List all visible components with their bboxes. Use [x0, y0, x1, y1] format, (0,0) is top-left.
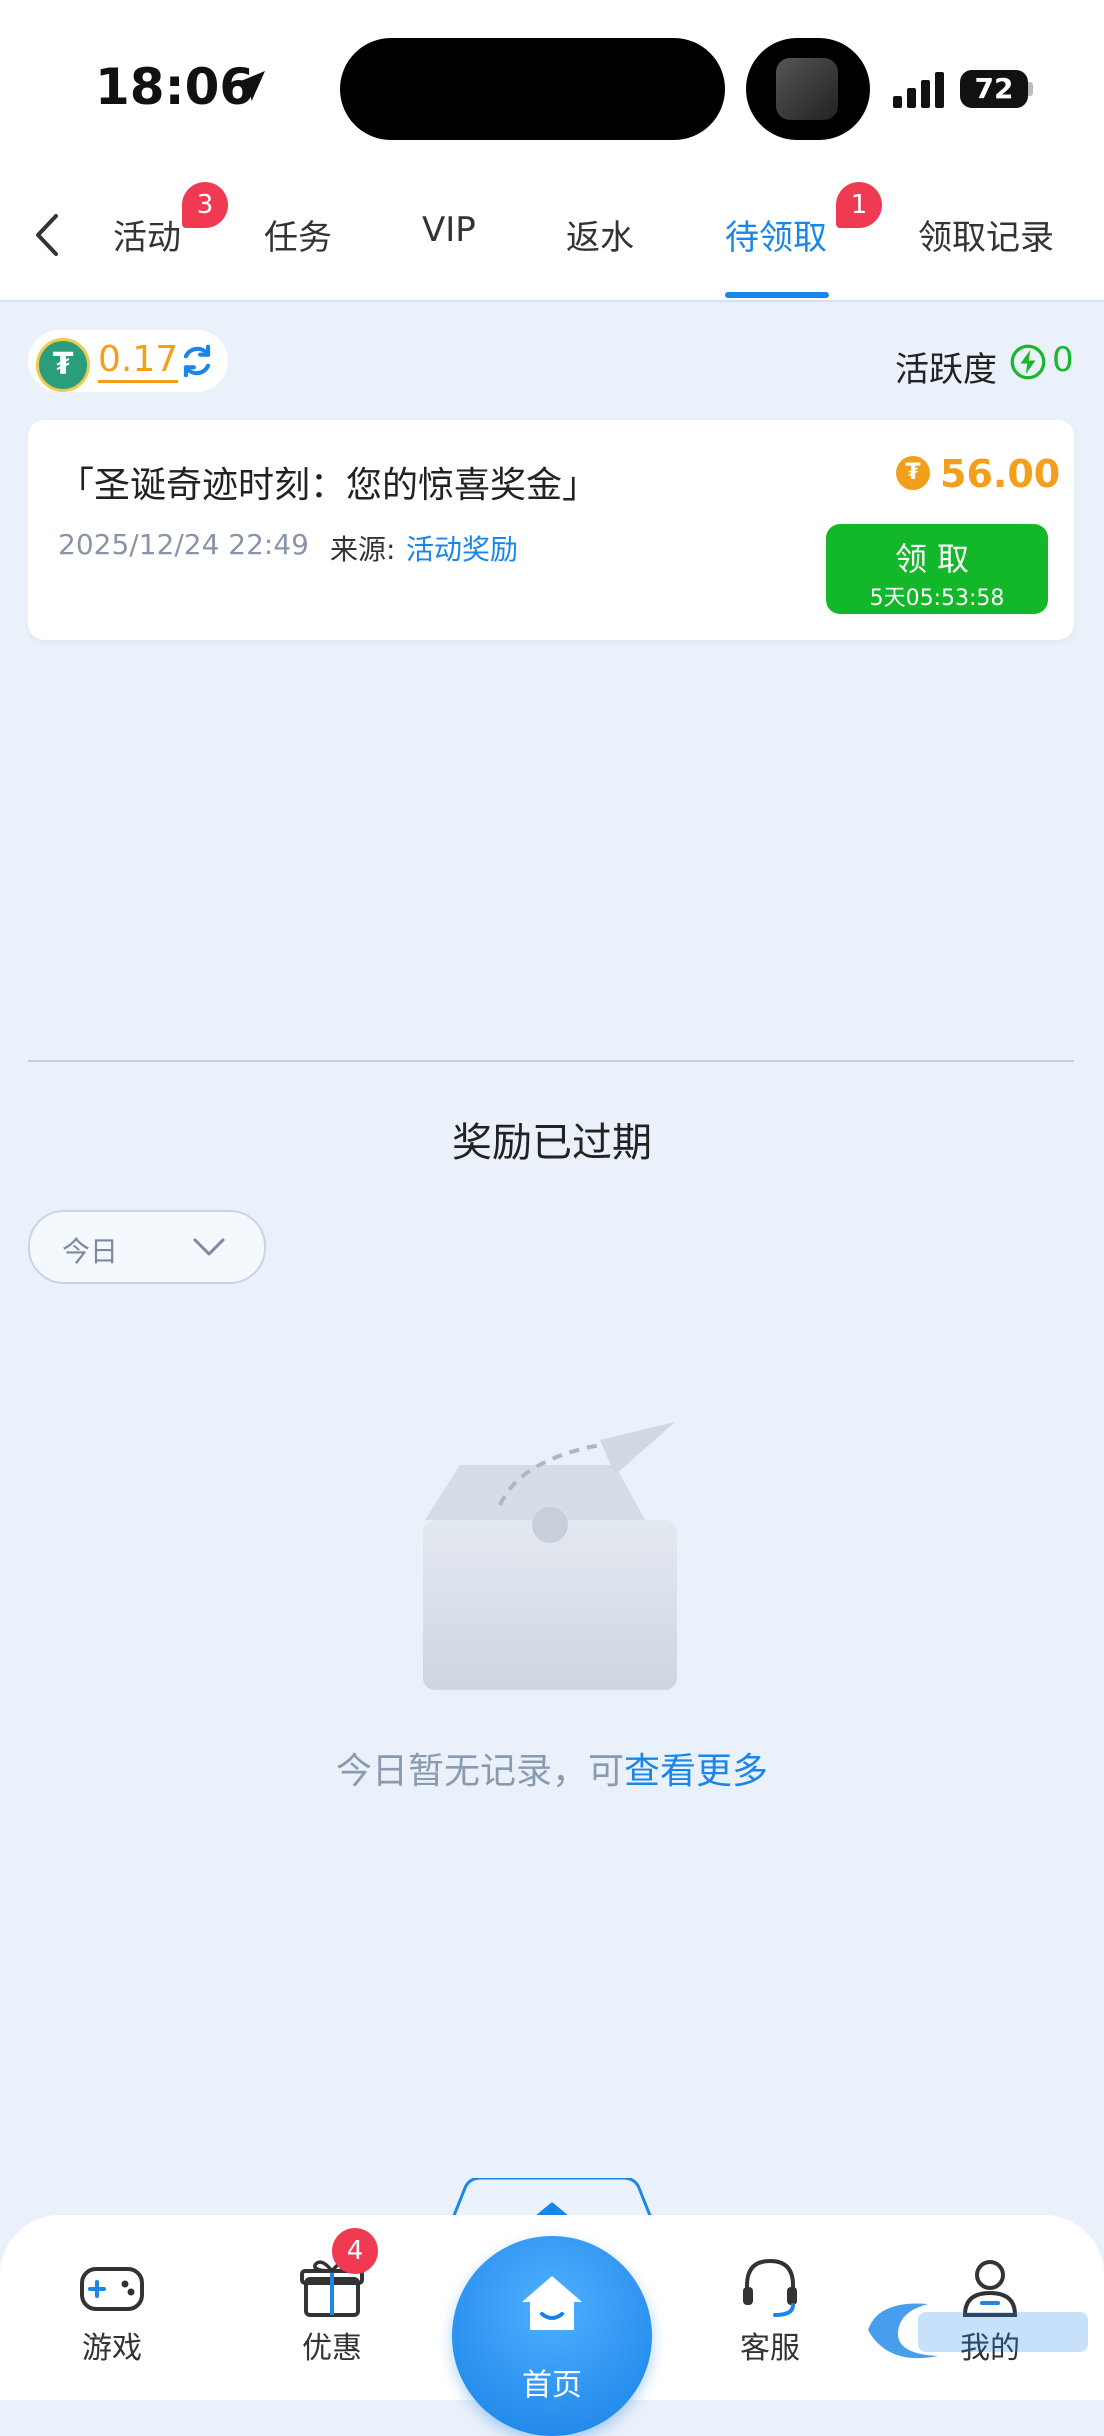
location-arrow-icon [235, 71, 265, 101]
gamepad-icon [80, 2267, 144, 2311]
balance-value: 0.17 [98, 340, 179, 383]
nav-promo-badge: 4 [332, 2228, 378, 2274]
nav-home[interactable]: 首页 [452, 2236, 652, 2436]
nav-service[interactable]: 客服 [710, 2255, 830, 2367]
battery-tip [1028, 82, 1033, 96]
date-filter-value: 今日 [62, 1235, 119, 1268]
empty-state-message: 今日暂无记录，可 [335, 1751, 624, 1792]
reward-amount: 56.00 [940, 452, 1061, 496]
refresh-icon[interactable] [178, 342, 216, 380]
tab-claim-history[interactable]: 领取记录 [918, 210, 1054, 259]
reward-source-label: 来源: [330, 533, 396, 566]
chevron-down-icon [193, 1238, 225, 1256]
reward-title: 「圣诞奇迹时刻：您的惊喜奖金」 [58, 465, 599, 506]
reward-card: 「圣诞奇迹时刻：您的惊喜奖金」 2025/12/24 22:49 来源: 活动奖… [28, 420, 1074, 640]
nav-promo[interactable]: 优惠 [272, 2255, 392, 2367]
coin-icon: ₮ [896, 456, 930, 490]
empty-box-illustration [423, 1422, 677, 1690]
activity-label: 活跃度 [895, 350, 997, 390]
nav-service-label: 客服 [740, 2331, 800, 2366]
nav-home-label: 首页 [522, 2368, 582, 2403]
signal-icon [893, 72, 944, 108]
app-indicator [746, 38, 870, 140]
section-divider [28, 1060, 1074, 1062]
empty-state-text: 今日暂无记录，可查看更多 [0, 1742, 1104, 1794]
tab-pending[interactable]: 待领取 [725, 210, 827, 259]
tab-rebate[interactable]: 返水 [566, 210, 634, 259]
home-icon [522, 2276, 582, 2330]
expired-title: 奖励已过期 [452, 1120, 652, 1166]
usdt-icon: ₮ [36, 338, 90, 392]
tab-tasks[interactable]: 任务 [264, 210, 332, 259]
tab-pending-badge: 1 [836, 182, 882, 228]
headset-icon [743, 2258, 797, 2317]
claim-countdown: 5天05:53:58 [869, 586, 1005, 611]
reward-date: 2025/12/24 22:49 [58, 528, 309, 561]
watermark-logo [868, 2303, 1088, 2359]
claim-label: 领取 [894, 540, 979, 578]
status-bar: 18:06 72 [0, 0, 1104, 170]
nav-promo-label: 优惠 [302, 2331, 362, 2366]
lightning-icon [1010, 344, 1046, 380]
nav-games-label: 游戏 [82, 2331, 142, 2366]
activity-value: 0 [1052, 340, 1074, 380]
back-icon[interactable] [28, 212, 68, 258]
tab-activity-badge: 3 [182, 182, 228, 228]
tab-bar: 活动 3 任务 VIP 返水 待领取 1 领取记录 [0, 170, 1104, 302]
date-filter-select[interactable]: 今日 [28, 1210, 266, 1284]
view-more-link[interactable]: 查看更多 [624, 1751, 768, 1792]
tab-vip[interactable]: VIP [422, 210, 476, 250]
tab-activity[interactable]: 活动 [113, 210, 181, 259]
app-logo-icon [776, 58, 838, 120]
active-tab-indicator [725, 292, 829, 298]
battery-icon: 72 [960, 70, 1028, 108]
nav-games[interactable]: 游戏 [52, 2255, 172, 2367]
claim-button[interactable]: 领取 5天05:53:58 [826, 524, 1048, 614]
reward-source: 活动奖励 [406, 533, 519, 566]
dynamic-island [340, 38, 725, 140]
